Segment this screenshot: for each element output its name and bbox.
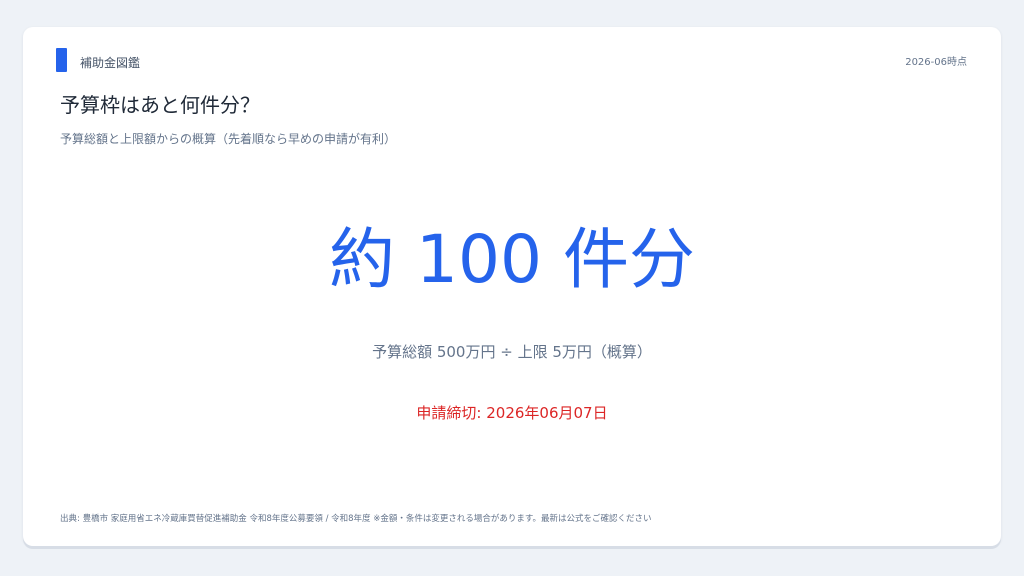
summary-card: 補助金図鑑 2026-06時点 予算枠はあと何件分？ 予算総額と上限額からの概算… <box>23 27 1001 546</box>
as-of-date: 2026-06時点 <box>905 57 967 68</box>
remaining-count: 約 100 件分 <box>329 221 695 298</box>
source-note: 出典: 豊橋市 家庭用省エネ冷蔵庫買替促進補助金 令和8年度公募要領 / 令和8… <box>60 514 652 524</box>
page-title: 予算枠はあと何件分？ <box>60 93 260 117</box>
page-subtitle: 予算総額と上限額からの概算（先着順なら早めの申請が有利） <box>60 132 397 146</box>
accent-bar <box>56 48 67 72</box>
calculation-formula: 予算総額 500万円 ÷ 上限 5万円（概算） <box>372 343 652 361</box>
brand-name: 補助金図鑑 <box>80 56 141 70</box>
application-deadline: 申請締切: 2026年06月07日 <box>416 404 608 422</box>
